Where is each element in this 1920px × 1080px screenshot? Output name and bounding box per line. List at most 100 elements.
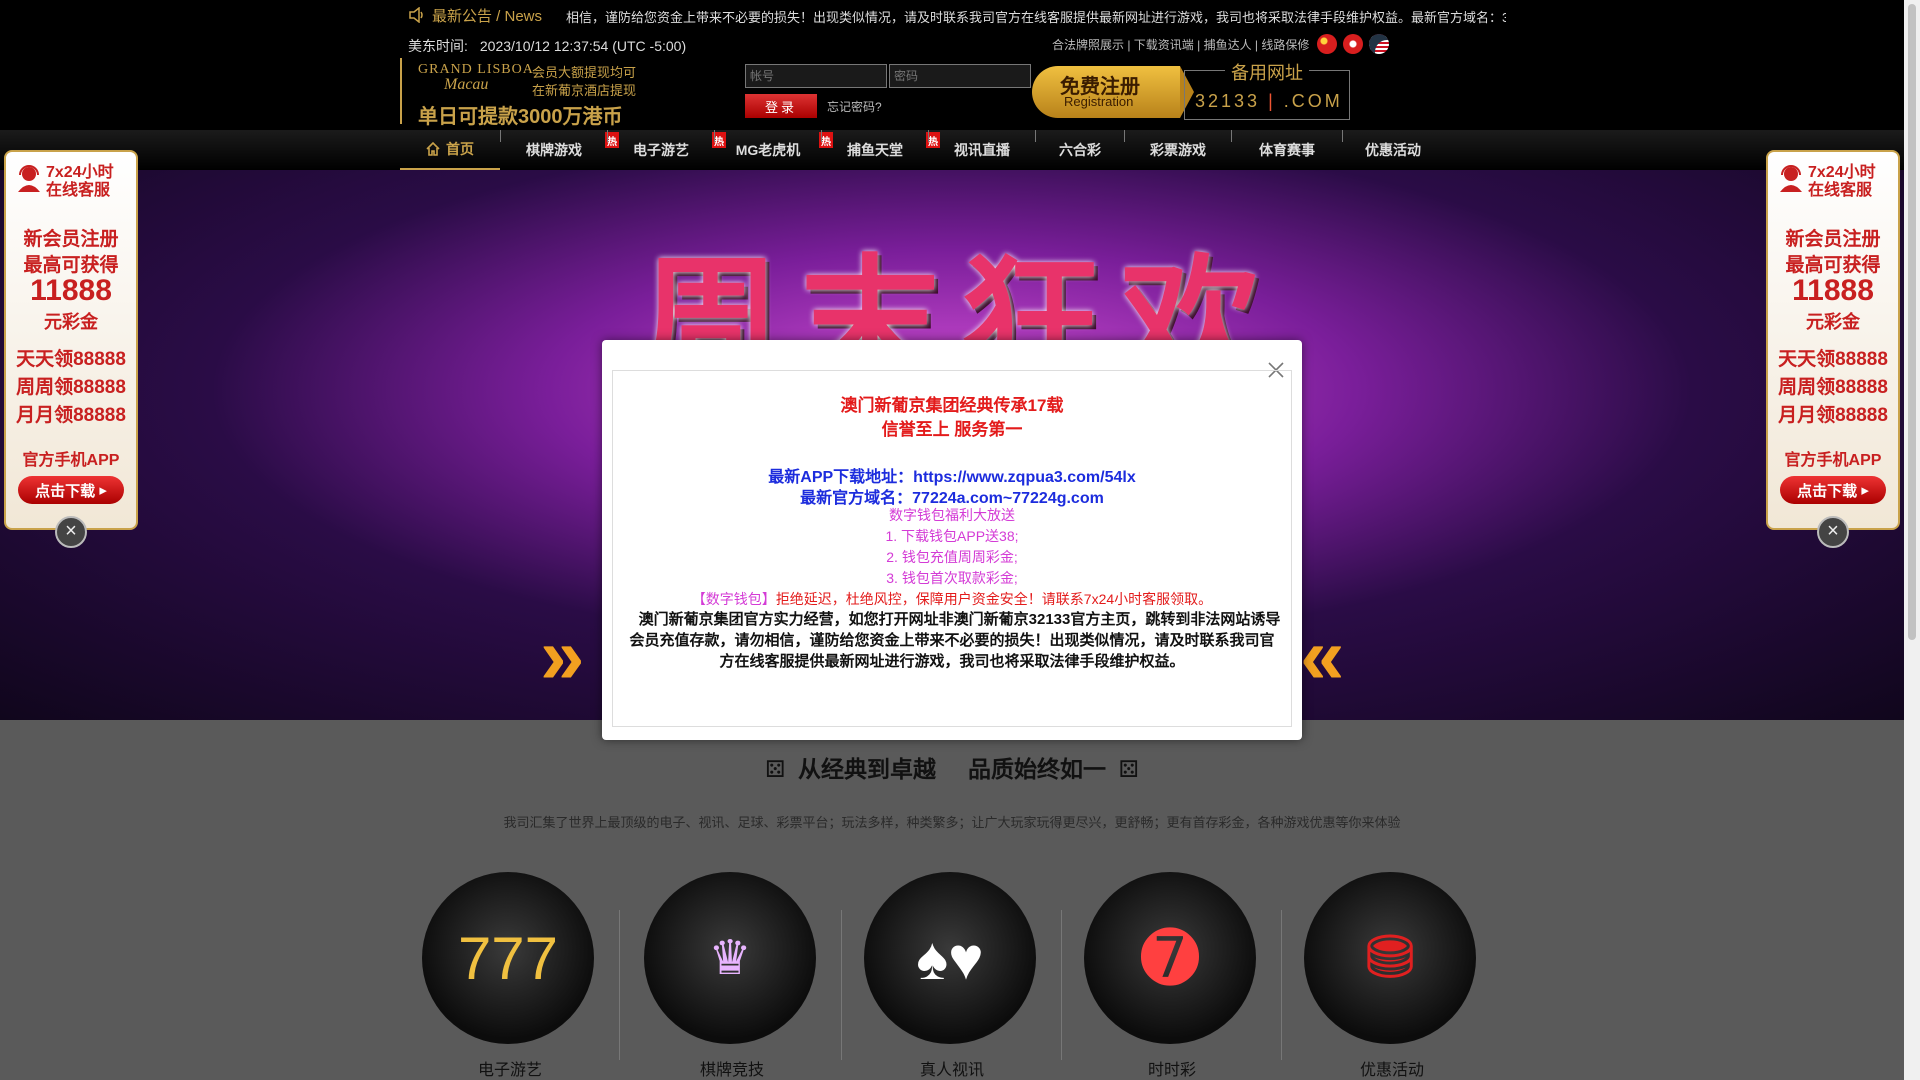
category-divider: [1061, 910, 1062, 1060]
nav-label: 六合彩: [1059, 142, 1101, 158]
backup-title-wrap: 备用网址: [1185, 59, 1349, 85]
site-logo[interactable]: GRAND LISBOA Macau 会员大额提现均可 在新葡京酒店提现 单日可…: [400, 58, 658, 128]
left-daily: 天天领88888: [16, 349, 126, 370]
nav-item-2[interactable]: 电子游艺热: [608, 130, 726, 170]
backup-domain-b: .COM: [1283, 91, 1343, 111]
modal-wallet-note-text: 拒绝延迟，杜绝风控，保障用户资金安全！请联系7x24小时客服领取。: [775, 591, 1213, 607]
username-input[interactable]: [745, 64, 887, 88]
nav-item-4[interactable]: 捕鱼天堂热: [822, 130, 940, 170]
modal-wallet3: 3. 钱包首次取款彩金;: [886, 570, 1018, 586]
china-flag-icon[interactable]: [1317, 34, 1337, 54]
left-ad-close-icon[interactable]: ×: [55, 516, 87, 548]
left-side-ad[interactable]: 7x24小时 在线客服 新会员注册 最高可获得 11888 元彩金 天天领8888…: [4, 150, 138, 530]
speaker-icon: [409, 7, 423, 23]
card-girl-icon: ♛: [644, 872, 816, 1044]
backup-domain: 32133 | .COM: [1195, 91, 1343, 112]
category-lottery[interactable]: ➐ 时时彩: [1082, 870, 1282, 1080]
usa-flag-icon[interactable]: [1369, 34, 1389, 54]
backup-url-box[interactable]: 备用网址 32133 | .COM: [1184, 63, 1350, 120]
nav-item-8[interactable]: 体育赛事: [1232, 130, 1342, 170]
nav-item-3[interactable]: MG老虎机热: [715, 130, 833, 170]
nav-item-0[interactable]: 首页: [400, 130, 500, 170]
notice-text: 最新公告 / News: [432, 7, 543, 25]
nav-item-7[interactable]: 彩票游戏: [1125, 130, 1231, 170]
modal-warning: 澳门新葡京集团官方实力经营，如您打开网址非澳门新葡京32133官方主页，跳转到非…: [629, 611, 1281, 670]
logo-slogan1: 会员大额提现均可: [532, 65, 637, 80]
category-label: 时时彩: [1147, 1062, 1196, 1079]
nav-item-1[interactable]: 棋牌游戏热: [501, 130, 619, 170]
nav-label: MG老虎机: [735, 142, 801, 158]
nav-label: 体育赛事: [1259, 142, 1315, 158]
forgot-password-link[interactable]: 忘记密码?: [827, 98, 882, 115]
section-intro: 我司汇集了世界上最顶级的电子、视讯、足球、彩票平台；玩法多样，种类繁多；让广大玩…: [503, 815, 1401, 830]
slot-machine-icon: 777: [422, 872, 594, 1044]
right-download-label: 点击下载: [1797, 482, 1858, 500]
category-divider: [619, 910, 620, 1060]
right-download-button[interactable]: 点击下载 ▸: [1780, 476, 1886, 504]
modal-wallet1: 1. 下载钱包APP送38;: [885, 528, 1019, 544]
section-slogan: ⚄ 从经典到卓越 品质始终如一 ⚄: [0, 750, 1904, 784]
dice-icon: ⚄: [1118, 756, 1139, 782]
right-daily: 天天领88888: [1778, 349, 1888, 370]
page-scrollbar[interactable]: [1904, 0, 1920, 1080]
left-unit: 元彩金: [44, 312, 98, 332]
password-input[interactable]: [889, 64, 1031, 88]
notice-marquee[interactable]: 相信，谨防给您资金上带来不必要的损失！出现类似情况，请及时联系我司官方在线客服提…: [566, 7, 1506, 26]
modal-wallet-title: 数字钱包福利大放送: [889, 507, 1015, 523]
login-button[interactable]: 登录: [745, 94, 817, 118]
nav-item-9[interactable]: 优惠活动: [1343, 130, 1443, 170]
modal-wallet-note-tag: 【数字钱包】: [691, 591, 776, 607]
poker-cards-icon: ♠♥: [864, 872, 1036, 1044]
clock-value: 2023/10/12 12:37:54 (UTC -5:00): [479, 38, 687, 54]
customer-service-icon: [1780, 165, 1802, 192]
category-live[interactable]: ♠♥ 真人视讯: [862, 870, 1062, 1080]
left-reg2: 最高可获得: [23, 255, 119, 276]
right-amount: 11888: [1792, 274, 1874, 307]
nav-label: 优惠活动: [1365, 142, 1421, 158]
right-svc-line1: 7x24小时: [1808, 164, 1876, 181]
category-promo[interactable]: ⛃ 优惠活动: [1302, 870, 1482, 1080]
right-reg2: 最高可获得: [1785, 255, 1881, 276]
left-download-label: 点击下载: [35, 482, 96, 500]
left-monthly: 月月领88888: [16, 405, 126, 426]
clock-label: 美东时间:: [408, 38, 468, 54]
notice-label: 最新公告 / News: [408, 5, 542, 25]
language-flags: [1317, 34, 1389, 54]
banner-right-chevrons: «: [1300, 611, 1345, 700]
home-icon: [426, 142, 440, 156]
modal-line2: 信誉至上 服务第一: [881, 420, 1023, 439]
category-divider: [1281, 910, 1282, 1060]
nav-item-6[interactable]: 六合彩: [1036, 130, 1124, 170]
dice-icon: ⚄: [765, 756, 786, 782]
nav-label: 视讯直播: [954, 142, 1010, 158]
nav-list: 首页 棋牌游戏热电子游艺热 MG老虎机热捕鱼天堂热视讯直播 六合彩 彩票游戏 体育赛事 优惠…: [400, 130, 1443, 170]
scrollbar-thumb[interactable]: [1908, 4, 1916, 640]
register-button[interactable]: 免费注册 Registration: [1032, 66, 1194, 118]
nav-label: 首页: [446, 141, 474, 157]
announcement-modal: 澳门新葡京集团经典传承17载 信誉至上 服务第一 最新APP下载地址：https…: [602, 340, 1302, 740]
left-svc-line1: 7x24小时: [46, 164, 114, 181]
right-ad-close-icon[interactable]: ×: [1817, 516, 1849, 548]
logo-line2: Macau: [444, 76, 489, 93]
left-service-label: 7x24小时 在线客服: [16, 164, 114, 200]
register-sub: Registration: [1064, 94, 1134, 109]
modal-wallet2: 2. 钱包充值周周彩金;: [886, 549, 1018, 565]
category-chess[interactable]: ♛ 棋牌竞技: [642, 870, 842, 1080]
left-download-button[interactable]: 点击下载 ▸: [18, 476, 124, 504]
top-header: 最新公告 / News 相信，谨防给您资金上带来不必要的损失！出现类似情况，请及…: [0, 0, 1904, 130]
right-app: 官方手机APP: [1784, 452, 1882, 469]
casino-chips-icon: ⛃: [1304, 872, 1476, 1044]
category-divider: [841, 910, 842, 1060]
nav-item-5[interactable]: 视讯直播: [929, 130, 1035, 170]
right-svc-line2: 在线客服: [1808, 182, 1873, 199]
right-reg1: 新会员注册: [1785, 229, 1881, 250]
category-electronic[interactable]: 777 电子游艺: [420, 870, 620, 1080]
nav-label: 电子游艺: [633, 142, 689, 158]
left-amount: 11888: [30, 274, 112, 307]
hongkong-flag-icon[interactable]: [1343, 34, 1363, 54]
right-weekly: 周周领88888: [1778, 377, 1888, 398]
right-side-ad[interactable]: 7x24小时 在线客服 新会员注册 最高可获得 11888 元彩金 天天领8888…: [1766, 150, 1900, 530]
logo-slogan2: 在新葡京酒店提现: [532, 83, 637, 98]
left-weekly: 周周领88888: [16, 377, 126, 398]
header-links[interactable]: 合法牌照展示 | 下载资讯端 | 捕鱼达人 | 线路保修: [1052, 36, 1309, 53]
